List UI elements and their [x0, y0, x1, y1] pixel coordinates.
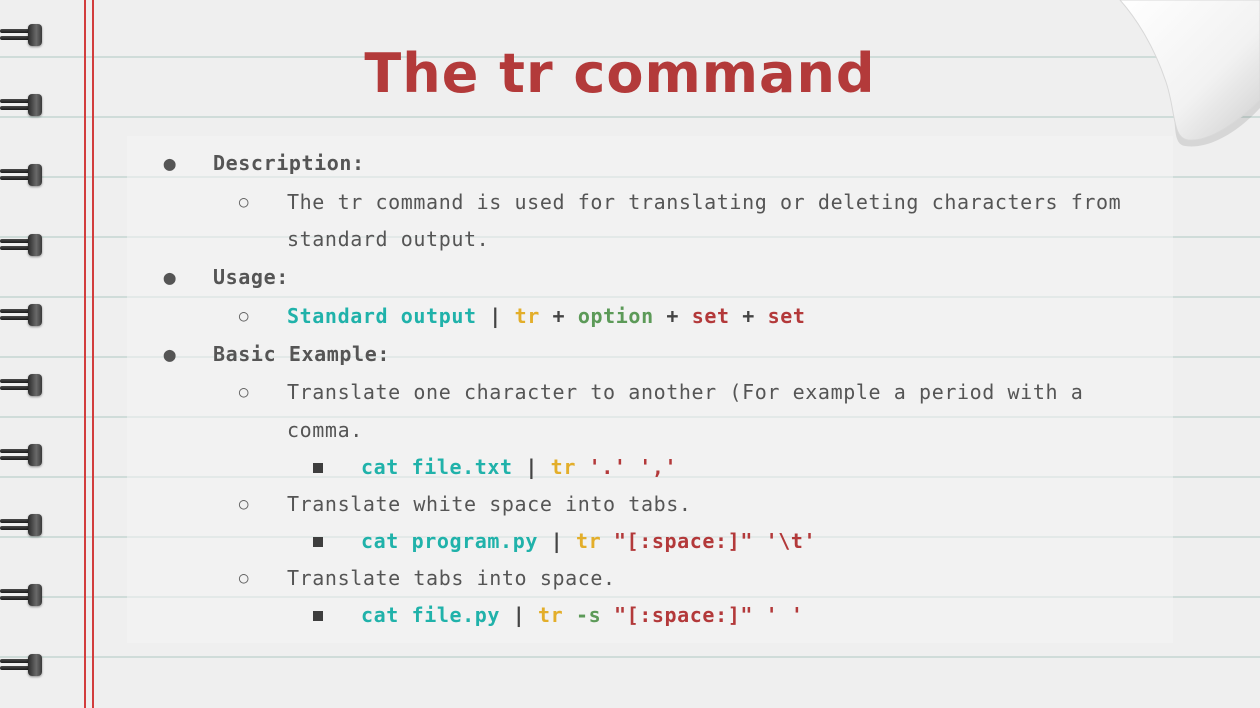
usage-set: set: [691, 304, 730, 328]
code-tr: tr: [575, 529, 602, 553]
spiral-ring-icon: [0, 584, 42, 606]
usage-heading: Usage:: [213, 265, 289, 289]
usage-set: set: [767, 304, 806, 328]
bullet-square-icon: [313, 463, 323, 473]
code-args: '.' ',': [588, 455, 678, 479]
usage-input: Standard output: [287, 304, 477, 328]
bullet-dot-icon: ●: [163, 265, 177, 289]
code-tr: tr: [538, 603, 564, 627]
usage-syntax: Standard output | tr + option + set + se…: [287, 303, 806, 329]
usage-plus: +: [742, 304, 755, 328]
code-tr: tr: [550, 455, 576, 479]
code-pipe: |: [512, 603, 526, 627]
slide-content: ● Description: ○ The tr command is used …: [127, 136, 1173, 643]
bullet-circle-icon: ○: [238, 494, 250, 513]
description-heading: Description:: [213, 151, 365, 175]
examples-heading: Basic Example:: [213, 342, 390, 366]
bullet-circle-icon: ○: [238, 306, 250, 325]
example2-code: cat program.py | tr "[:space:]" '\t': [361, 528, 816, 554]
bullet-circle-icon: ○: [238, 382, 250, 401]
description-text-line2: standard output.: [287, 227, 490, 251]
margin-line-right: [92, 0, 94, 708]
spiral-ring-icon: [0, 444, 42, 466]
example3-text: Translate tabs into space.: [287, 566, 616, 590]
code-cmd: cat file.txt: [361, 455, 513, 479]
spiral-ring-icon: [0, 164, 42, 186]
bullet-dot-icon: ●: [163, 342, 177, 366]
usage-option: option: [577, 304, 654, 328]
spiral-ring-icon: [0, 304, 42, 326]
bullet-circle-icon: ○: [238, 568, 250, 587]
spiral-ring-icon: [0, 654, 42, 676]
usage-plus: +: [666, 304, 680, 328]
code-pipe: |: [550, 529, 564, 553]
bullet-square-icon: [313, 611, 323, 621]
code-pipe: |: [525, 455, 539, 479]
margin-line-left: [84, 0, 86, 708]
bullet-circle-icon: ○: [238, 192, 250, 211]
example1-code: cat file.txt | tr '.' ',': [361, 454, 677, 480]
example1-text-line2: comma.: [287, 418, 363, 442]
example3-code: cat file.py | tr -s "[:space:]" ' ': [361, 602, 804, 628]
slide-title: The tr command: [364, 42, 876, 105]
spiral-ring-icon: [0, 374, 42, 396]
code-flag: -s: [575, 603, 602, 627]
code-cmd: cat file.py: [361, 603, 501, 627]
spiral-binding: [0, 0, 50, 708]
code-cmd: cat program.py: [361, 529, 538, 553]
usage-cmd: tr: [514, 304, 540, 328]
usage-pipe: |: [489, 304, 502, 328]
description-text-line1: The tr command is used for translating o…: [287, 190, 1122, 214]
example2-text: Translate white space into tabs.: [287, 492, 692, 516]
bullet-square-icon: [313, 537, 323, 547]
spiral-ring-icon: [0, 234, 42, 256]
code-args: "[:space:]" '\t': [613, 529, 817, 553]
spiral-ring-icon: [0, 514, 42, 536]
example1-text-line1: Translate one character to another (For …: [287, 380, 1084, 404]
bullet-dot-icon: ●: [163, 151, 177, 175]
usage-plus: +: [552, 304, 566, 328]
code-args: "[:space:]" ' ': [613, 603, 804, 627]
